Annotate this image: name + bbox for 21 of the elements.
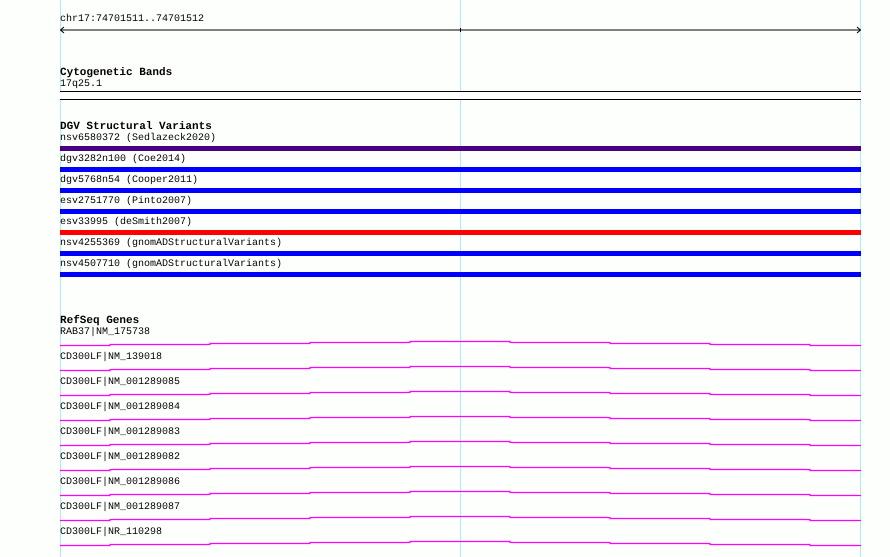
variant-label: nsv6580372 (Sedlazeck2020) bbox=[60, 133, 218, 145]
gene-label: RAB37|NM_175738 bbox=[60, 327, 152, 339]
variant-label: nsv4507710 (gnomADStructuralVariants) bbox=[60, 259, 284, 271]
band-label: 17q25.1 bbox=[60, 79, 104, 91]
variant-label: dgv5768n54 (Cooper2011) bbox=[60, 175, 200, 187]
ruler-label: chr17:74701511..74701512 bbox=[60, 14, 206, 26]
gene-label: CD300LF|NM_139018 bbox=[60, 352, 164, 364]
variant-label: nsv4255369 (gnomADStructuralVariants) bbox=[60, 238, 284, 250]
track-title: DGV Structural Variants bbox=[60, 121, 212, 133]
gene-label: CD300LF|NM_001289085 bbox=[60, 377, 182, 389]
variant-label: dgv3282n100 (Coe2014) bbox=[60, 154, 188, 166]
track-title: Cytogenetic Bands bbox=[60, 67, 174, 79]
gene-label: CD300LF|NM_001289084 bbox=[60, 402, 182, 414]
gene-label: CD300LF|NM_001289086 bbox=[60, 477, 182, 489]
gene-label: CD300LF|NM_001289082 bbox=[60, 452, 182, 464]
track-title: RefSeq Genes bbox=[60, 315, 140, 327]
variant-label: esv33995 (deSmith2007) bbox=[60, 217, 194, 229]
variant-label: esv2751770 (Pinto2007) bbox=[60, 196, 194, 208]
gene-label: CD300LF|NR_110298 bbox=[60, 527, 164, 539]
gene-label: CD300LF|NM_001289087 bbox=[60, 502, 182, 514]
gene-label: CD300LF|NM_001289083 bbox=[60, 427, 182, 439]
